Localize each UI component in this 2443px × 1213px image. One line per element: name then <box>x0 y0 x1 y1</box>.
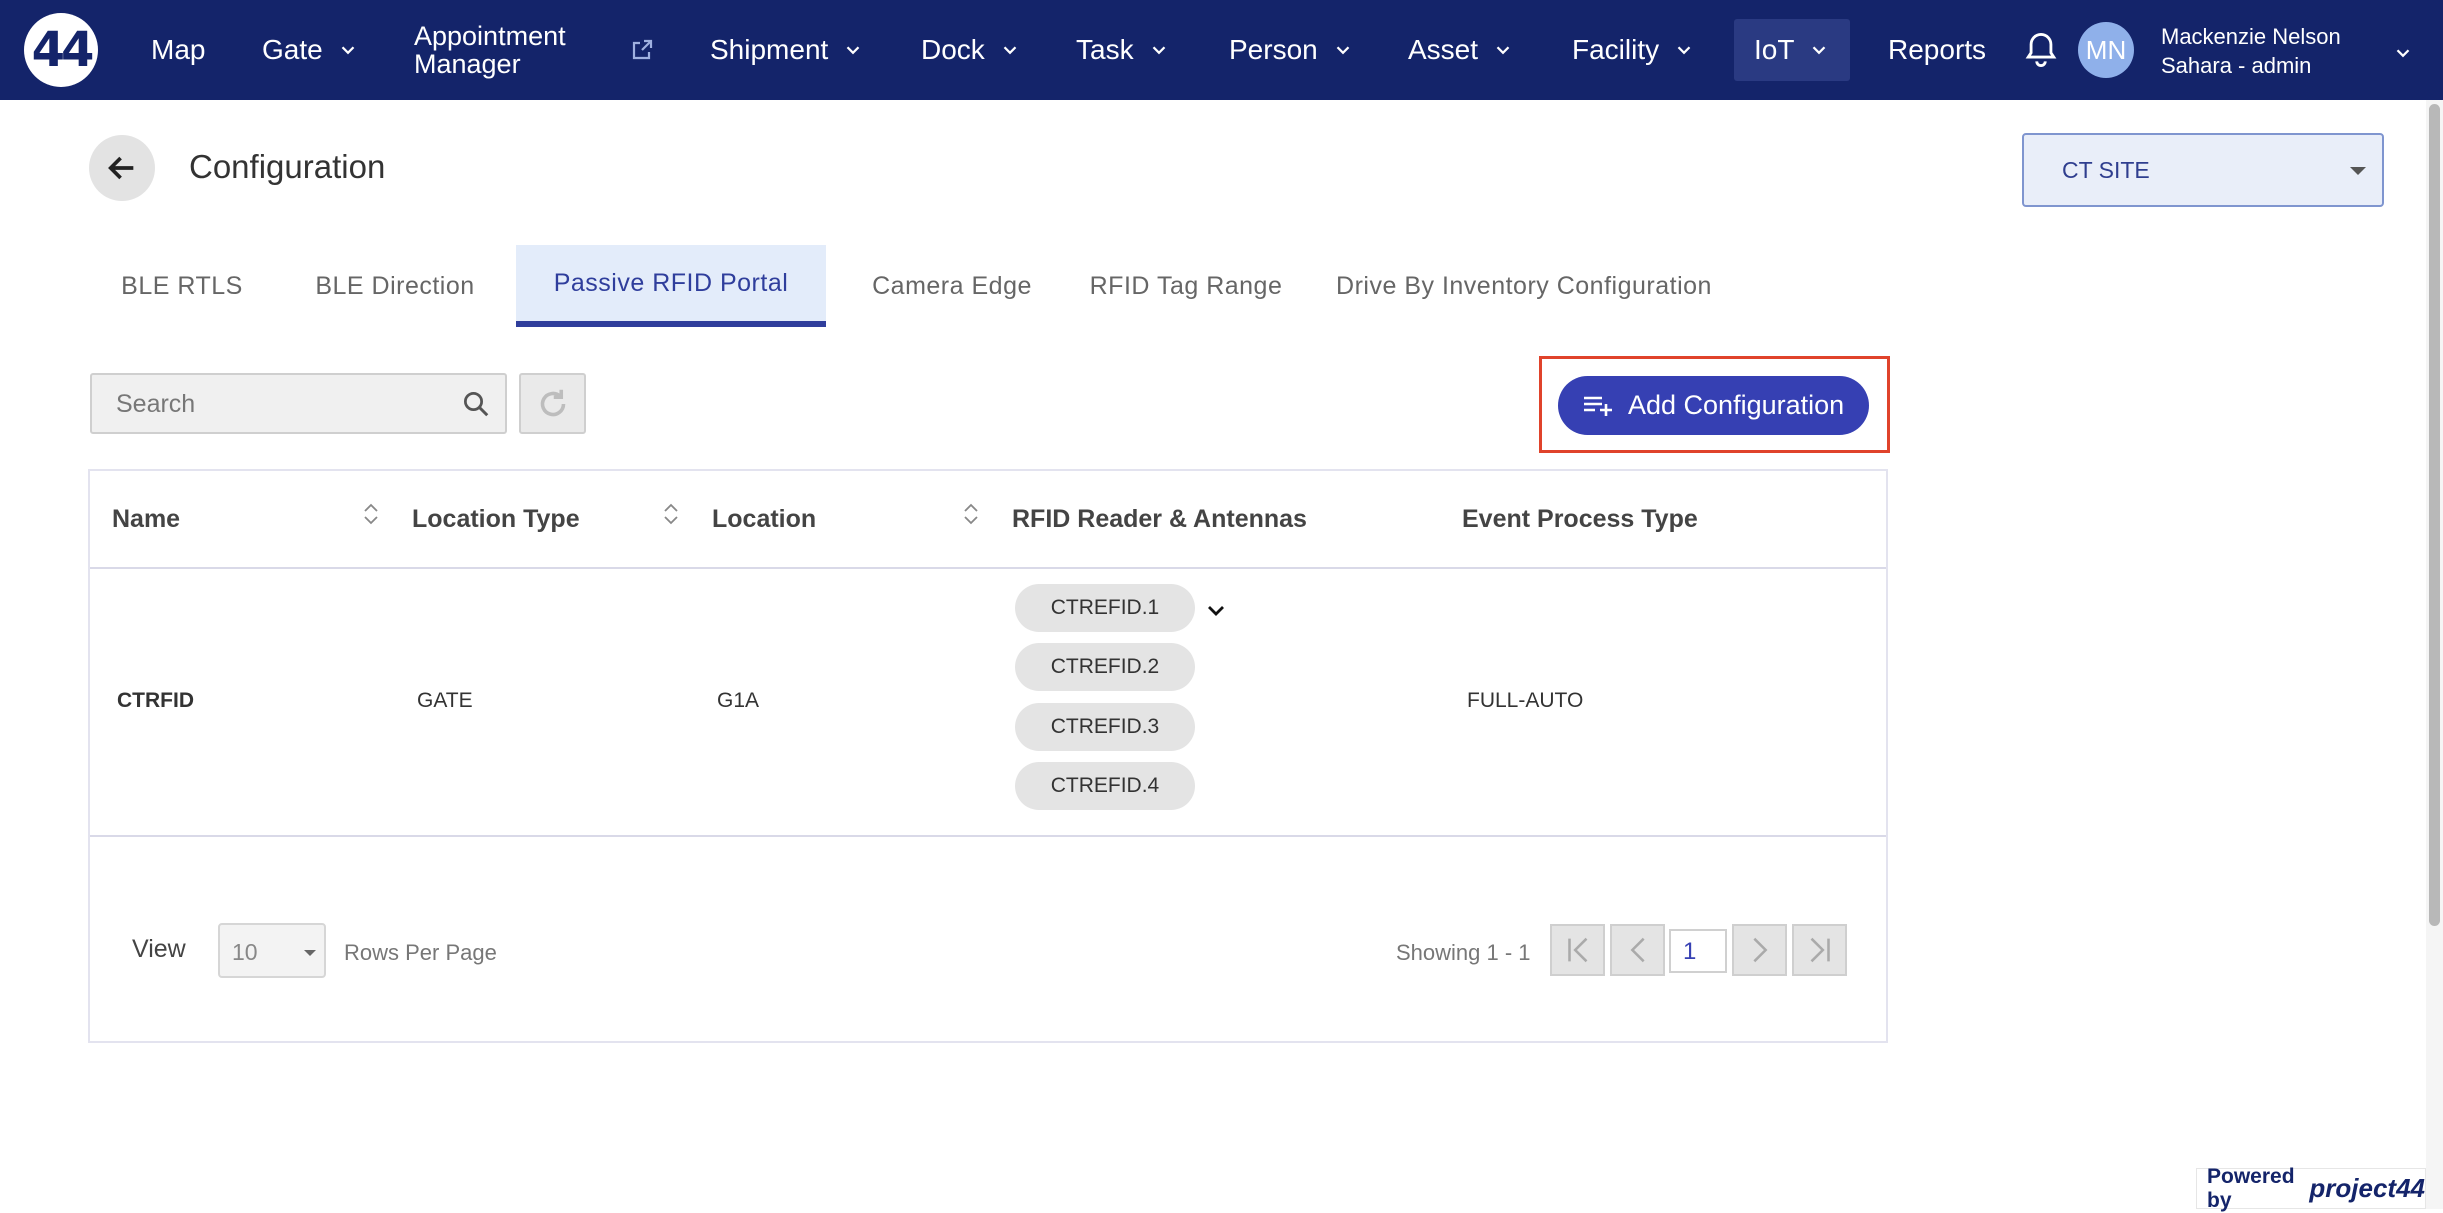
nav-person[interactable]: Person <box>1229 0 1354 100</box>
chevron-down-icon[interactable] <box>1204 599 1228 623</box>
next-page-button[interactable] <box>1732 924 1787 976</box>
tab-ble-rtls[interactable]: BLE RTLS <box>89 245 275 327</box>
sort-icon[interactable] <box>662 501 680 527</box>
tab-passive-rfid-portal[interactable]: Passive RFID Portal <box>516 245 826 327</box>
top-navigation-bar: 44 Map Gate Appointment Manager Shipment… <box>0 0 2443 100</box>
column-header-name: Name <box>112 505 181 533</box>
view-label: View <box>132 935 186 963</box>
nav-appointment-manager[interactable]: Appointment Manager <box>414 0 566 100</box>
search-input[interactable] <box>116 389 446 419</box>
showing-count: Showing 1 - 1 <box>1396 940 1531 965</box>
nav-dock[interactable]: Dock <box>921 0 1021 100</box>
nav-asset[interactable]: Asset <box>1408 0 1514 100</box>
notification-bell-icon[interactable] <box>2024 31 2058 69</box>
configuration-table: Name Location Type Location RFID Reader … <box>88 469 1888 1043</box>
site-select-value: CT SITE <box>2062 157 2150 183</box>
project44-wordmark: project44 <box>2309 1173 2425 1203</box>
tab-rfid-tag-range[interactable]: RFID Tag Range <box>1078 245 1294 327</box>
antenna-chip: CTREFID.3 <box>1015 703 1195 751</box>
chevron-down-icon <box>1677 46 1691 55</box>
cell-location-type: GATE <box>417 689 473 712</box>
table-row[interactable]: CTRFID GATE G1A CTREFID.1 CTREFID.2 CTRE… <box>90 569 1886 837</box>
nav-facility[interactable]: Facility <box>1572 0 1695 100</box>
cell-name: CTRFID <box>117 689 194 712</box>
scrollbar-thumb[interactable] <box>2429 104 2440 926</box>
tab-camera-edge[interactable]: Camera Edge <box>837 245 1067 327</box>
back-button[interactable] <box>89 135 155 201</box>
tab-drive-by-inventory-configuration[interactable]: Drive By Inventory Configuration <box>1309 245 1739 327</box>
sort-icon[interactable] <box>362 501 380 527</box>
nav-task[interactable]: Task <box>1076 0 1170 100</box>
external-link-icon[interactable] <box>630 38 654 62</box>
rows-per-page-label: Rows Per Page <box>344 940 497 965</box>
refresh-icon <box>540 389 565 416</box>
nav-map[interactable]: Map <box>151 0 205 100</box>
site-select[interactable]: CT SITE <box>2022 133 2384 207</box>
powered-by-badge: Powered by project44 <box>2196 1165 2426 1212</box>
last-page-button[interactable] <box>1792 924 1847 976</box>
current-page-input[interactable]: 1 <box>1669 929 1727 973</box>
chevron-down-icon <box>1336 46 1350 55</box>
cell-location: G1A <box>717 689 760 712</box>
rows-per-page-select[interactable]: 10 <box>218 923 326 978</box>
caret-down-icon <box>2350 167 2366 175</box>
column-header-location: Location <box>712 505 817 533</box>
previous-page-button[interactable] <box>1610 924 1665 976</box>
refresh-button[interactable] <box>519 373 586 434</box>
antenna-chip: CTREFID.2 <box>1015 643 1195 691</box>
user-info[interactable]: Mackenzie Nelson Sahara - admin <box>2161 22 2341 80</box>
last-page-icon <box>1810 937 1830 963</box>
search-box <box>90 373 507 434</box>
column-header-rfid-reader-antennas: RFID Reader & Antennas <box>1012 505 1307 533</box>
search-icon[interactable] <box>461 389 491 419</box>
user-name: Mackenzie Nelson <box>2161 24 2341 49</box>
antenna-chip: CTREFID.1 <box>1015 584 1195 632</box>
tab-ble-direction[interactable]: BLE Direction <box>285 245 505 327</box>
chevron-down-icon <box>341 46 355 55</box>
chevron-down-icon <box>1003 46 1017 55</box>
column-header-event-process-type: Event Process Type <box>1462 505 1698 533</box>
chevron-down-icon <box>1496 46 1510 55</box>
add-configuration-button[interactable]: Add Configuration <box>1558 376 1869 435</box>
user-role: Sahara - admin <box>2161 53 2312 78</box>
chevron-down-icon <box>1813 46 1826 55</box>
chevron-right-icon <box>1752 937 1767 963</box>
nav-iot[interactable]: IoT <box>1734 19 1851 81</box>
nav-reports[interactable]: Reports <box>1888 0 1986 100</box>
vertical-scrollbar[interactable] <box>2426 100 2443 1209</box>
chevron-down-icon[interactable] <box>2392 42 2414 64</box>
sort-icon[interactable] <box>962 501 980 527</box>
antenna-chip: CTREFID.4 <box>1015 762 1195 810</box>
chevron-left-icon <box>1630 937 1645 963</box>
page-title: Configuration <box>189 148 386 185</box>
caret-down-icon <box>304 950 316 956</box>
playlist-add-icon <box>1584 396 1612 416</box>
cell-event-process-type: FULL-AUTO <box>1467 689 1584 712</box>
table-header: Name Location Type Location RFID Reader … <box>90 471 1886 569</box>
nav-shipment[interactable]: Shipment <box>710 0 864 100</box>
first-page-button[interactable] <box>1550 924 1605 976</box>
first-page-icon <box>1567 937 1587 963</box>
chevron-down-icon <box>846 46 860 55</box>
user-avatar[interactable]: MN <box>2078 22 2134 78</box>
arrow-left-icon <box>108 156 134 180</box>
chevron-down-icon <box>1152 46 1165 55</box>
column-header-location-type: Location Type <box>412 505 580 533</box>
project44-logo[interactable]: 44 <box>24 13 98 87</box>
nav-gate[interactable]: Gate <box>262 0 359 100</box>
